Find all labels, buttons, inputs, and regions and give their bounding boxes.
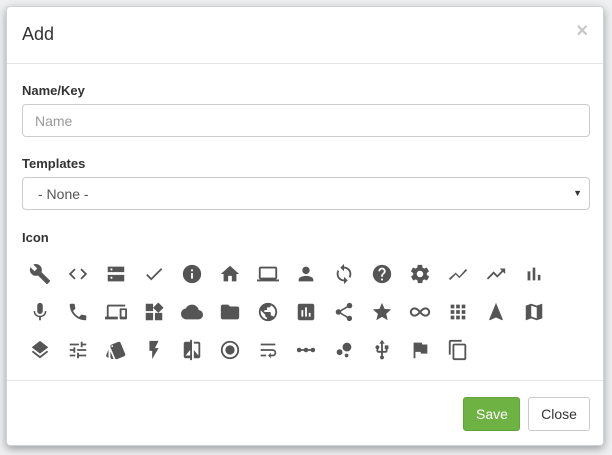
close-button[interactable]: Close bbox=[528, 397, 590, 431]
trending-up-icon bbox=[486, 268, 506, 280]
apps-icon-option[interactable] bbox=[439, 293, 477, 331]
settings-icon-option[interactable] bbox=[401, 255, 439, 293]
copy-icon bbox=[448, 339, 467, 361]
layers-icon-option[interactable] bbox=[21, 331, 59, 369]
style-icon-option[interactable] bbox=[97, 331, 135, 369]
flag-icon-option[interactable] bbox=[401, 331, 439, 369]
modal-title: Add bbox=[22, 24, 55, 44]
star-icon bbox=[372, 302, 392, 321]
phone-icon-option[interactable] bbox=[59, 293, 97, 331]
assessment-icon bbox=[297, 303, 315, 321]
modal-header: Add × bbox=[7, 7, 603, 64]
share-icon bbox=[335, 302, 353, 322]
wrench-icon bbox=[29, 264, 51, 285]
check-icon bbox=[146, 268, 163, 281]
navigation-icon bbox=[489, 302, 503, 321]
cloud-icon-option[interactable] bbox=[173, 293, 211, 331]
bolt-icon-option[interactable] bbox=[135, 331, 173, 369]
devices-icon bbox=[105, 304, 127, 320]
bar-chart-icon bbox=[527, 267, 541, 281]
caret-down-icon: ▼ bbox=[573, 188, 582, 198]
code-icon bbox=[68, 268, 88, 280]
add-modal: Add × Name/Key Templates - None - ▼ Icon… bbox=[6, 6, 604, 446]
icon-picker-grid bbox=[21, 255, 561, 369]
sync-icon-option[interactable] bbox=[325, 255, 363, 293]
usb-icon bbox=[375, 339, 389, 360]
folder-icon bbox=[220, 304, 240, 320]
modal-footer: Save Close bbox=[7, 380, 603, 446]
info-icon-option[interactable] bbox=[173, 255, 211, 293]
icon-label: Icon bbox=[22, 230, 49, 245]
close-icon[interactable]: × bbox=[576, 21, 588, 41]
share-icon-option[interactable] bbox=[325, 293, 363, 331]
info-icon bbox=[182, 264, 202, 284]
trending-icon-option[interactable] bbox=[439, 255, 477, 293]
flag-icon bbox=[413, 342, 428, 359]
person-icon-option[interactable] bbox=[287, 255, 325, 293]
mic-icon bbox=[33, 302, 47, 321]
folder-icon-option[interactable] bbox=[211, 293, 249, 331]
infinity-icon-option[interactable] bbox=[401, 293, 439, 331]
code-icon-option[interactable] bbox=[59, 255, 97, 293]
cloud-icon bbox=[181, 304, 203, 320]
devices-icon-option[interactable] bbox=[97, 293, 135, 331]
laptop-icon bbox=[257, 266, 279, 282]
templates-label: Templates bbox=[22, 156, 86, 171]
compare-icon bbox=[183, 339, 201, 361]
style-icon bbox=[106, 341, 126, 360]
wrench-icon-option[interactable] bbox=[21, 255, 59, 293]
tune-icon bbox=[69, 341, 87, 359]
map-icon-option[interactable] bbox=[515, 293, 553, 331]
assessment-icon-option[interactable] bbox=[287, 293, 325, 331]
save-button[interactable]: Save bbox=[463, 397, 520, 431]
public-icon-option[interactable] bbox=[249, 293, 287, 331]
widgets-icon bbox=[145, 302, 164, 321]
bubble-chart-icon-option[interactable] bbox=[325, 331, 363, 369]
bolt-icon bbox=[149, 340, 159, 360]
home-icon bbox=[220, 265, 240, 282]
navigation-icon-option[interactable] bbox=[477, 293, 515, 331]
settings-icon bbox=[410, 264, 430, 284]
templates-select[interactable]: - None - ▼ bbox=[22, 177, 590, 210]
map-icon bbox=[525, 303, 543, 321]
wrap-text-icon bbox=[260, 343, 277, 359]
person-icon bbox=[298, 266, 314, 282]
mic-icon-option[interactable] bbox=[21, 293, 59, 331]
help-icon bbox=[372, 264, 392, 284]
widgets-icon-option[interactable] bbox=[135, 293, 173, 331]
trending-up-icon-option[interactable] bbox=[477, 255, 515, 293]
check-icon-option[interactable] bbox=[135, 255, 173, 293]
radio-button-icon bbox=[220, 340, 240, 360]
wrap-text-icon-option[interactable] bbox=[249, 331, 287, 369]
bar-chart-icon-option[interactable] bbox=[515, 255, 553, 293]
templates-selected-value: - None - bbox=[38, 186, 89, 202]
usb-icon-option[interactable] bbox=[363, 331, 401, 369]
server-icon bbox=[107, 266, 125, 282]
name-key-label: Name/Key bbox=[22, 83, 85, 98]
star-icon-option[interactable] bbox=[363, 293, 401, 331]
linear-scale-icon-option[interactable] bbox=[287, 331, 325, 369]
compare-icon-option[interactable] bbox=[173, 331, 211, 369]
public-icon bbox=[258, 302, 278, 322]
radio-button-icon-option[interactable] bbox=[211, 331, 249, 369]
layers-icon bbox=[31, 340, 49, 359]
trending-icon bbox=[448, 268, 468, 280]
server-icon-option[interactable] bbox=[97, 255, 135, 293]
home-icon-option[interactable] bbox=[211, 255, 249, 293]
laptop-icon-option[interactable] bbox=[249, 255, 287, 293]
bubble-chart-icon bbox=[336, 342, 352, 358]
linear-scale-icon bbox=[296, 347, 316, 353]
name-key-input[interactable] bbox=[22, 104, 590, 137]
copy-icon-option[interactable] bbox=[439, 331, 477, 369]
apps-icon bbox=[450, 304, 466, 320]
help-icon-option[interactable] bbox=[363, 255, 401, 293]
sync-icon bbox=[336, 263, 352, 285]
tune-icon-option[interactable] bbox=[59, 331, 97, 369]
infinity-icon bbox=[409, 307, 431, 317]
phone-icon bbox=[69, 303, 87, 321]
